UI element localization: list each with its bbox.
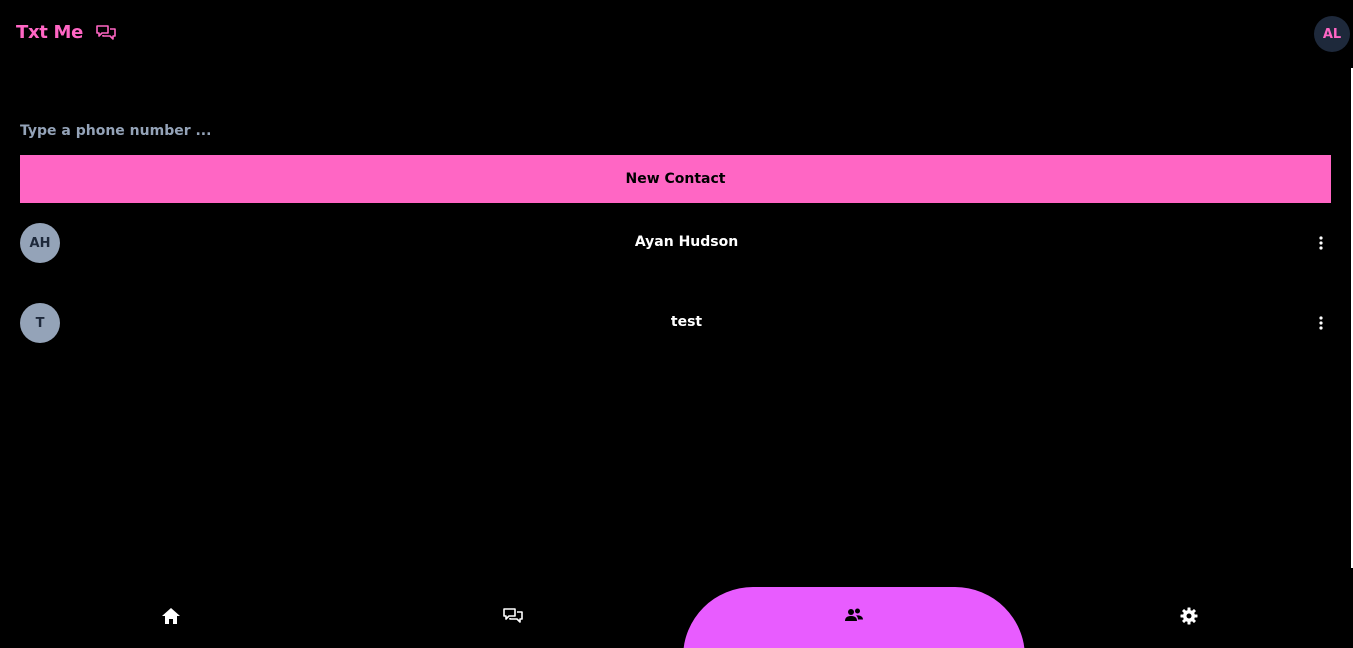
app-title: Txt Me [16,22,84,43]
contact-name: test [670,314,703,330]
app-root: Txt Me AL New Contact AH Ayan Hudson T [0,0,1353,648]
nav-contacts[interactable] [683,587,1025,648]
chat-bubbles-icon [502,607,524,629]
user-avatar[interactable]: AL [1314,16,1350,52]
nav-contacts-inner [683,587,1025,647]
top-header: Txt Me AL [0,0,1353,68]
nav-chats[interactable] [342,588,683,648]
bottom-nav [0,587,1353,648]
contact-name: Ayan Hudson [634,234,739,250]
chat-bubbles-icon [95,24,117,42]
nav-settings[interactable] [1025,588,1353,648]
phone-number-input[interactable] [20,115,1331,147]
contact-row[interactable]: AH Ayan Hudson [20,223,1333,263]
new-contact-button[interactable]: New Contact [20,155,1331,203]
home-icon [161,607,181,629]
nav-home[interactable] [0,588,342,648]
more-vertical-icon[interactable] [1309,231,1333,255]
more-vertical-icon[interactable] [1309,311,1333,335]
gear-icon [1180,607,1198,629]
contacts-icon [845,607,863,627]
contact-row[interactable]: T test [20,303,1333,343]
brand[interactable]: Txt Me [16,22,117,43]
